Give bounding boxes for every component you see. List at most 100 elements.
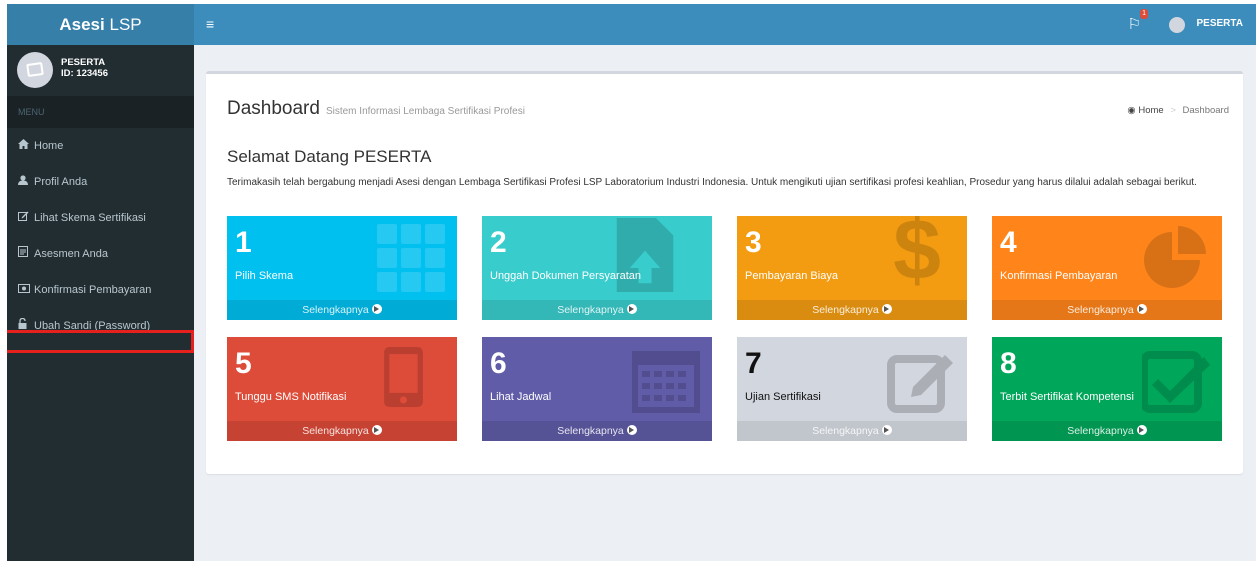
- pie-chart-icon: [1144, 226, 1206, 288]
- user-id: ID: 123456: [61, 68, 109, 79]
- step-tile-2: 2 Unggah Dokumen Persyaratan Selengkapny…: [482, 216, 712, 320]
- more-info-link[interactable]: Selengkapnya: [227, 300, 457, 320]
- user-icon: [18, 164, 34, 200]
- tile-number: 3: [745, 226, 762, 259]
- more-label: Selengkapnya: [812, 304, 879, 316]
- edit-icon: [887, 355, 953, 413]
- tile-number: 8: [1000, 347, 1017, 380]
- sidebar-item-label: Lihat Skema Sertifikasi: [34, 212, 146, 224]
- sidebar-item-asesmen[interactable]: Asesmen Anda: [7, 236, 194, 272]
- tile-label: Pembayaran Biaya: [745, 270, 838, 282]
- app-logo[interactable]: Asesi LSP: [7, 4, 194, 45]
- breadcrumb-separator: >: [1170, 105, 1176, 116]
- page-title-text: Dashboard: [227, 98, 320, 119]
- step-tile-8: 8 Terbit Sertifikat Kompetensi Selengkap…: [992, 337, 1222, 441]
- edit-icon: [18, 200, 34, 236]
- tile-label: Konfirmasi Pembayaran: [1000, 270, 1118, 282]
- home-icon: [18, 128, 34, 164]
- user-name: PESERTA: [61, 57, 106, 68]
- dashboard-icon: ◉: [1127, 105, 1136, 116]
- arrow-circle-right-icon: [1136, 425, 1147, 435]
- tile-number: 2: [490, 226, 507, 259]
- more-label: Selengkapnya: [557, 425, 624, 437]
- tile-label: Tunggu SMS Notifikasi: [235, 391, 347, 403]
- sidebar-item-profil[interactable]: Profil Anda: [7, 164, 194, 200]
- sidebar-item-label: Asesmen Anda: [34, 248, 108, 260]
- logo-bold: Asesi: [59, 15, 105, 34]
- tile-number: 5: [235, 347, 252, 380]
- tile-number: 6: [490, 347, 507, 380]
- dollar-icon: $: [893, 216, 941, 298]
- sidebar-item-konfirmasi[interactable]: Konfirmasi Pembayaran: [7, 272, 194, 308]
- step-tile-6: 6 Lihat Jadwal Selengkapnya: [482, 337, 712, 441]
- top-navbar: ≡ ⚐ 1 PESERTA: [194, 4, 1256, 45]
- user-panel: PESERTA ID: 123456: [7, 45, 194, 96]
- more-info-link[interactable]: Selengkapnya: [482, 421, 712, 441]
- intro-text: Terimakasih telah bergabung menjadi Ases…: [227, 177, 1197, 188]
- tile-label: Ujian Sertifikasi: [745, 391, 821, 403]
- highlight-annotation: [7, 330, 194, 353]
- tile-number: 4: [1000, 226, 1017, 259]
- more-label: Selengkapnya: [302, 425, 369, 437]
- arrow-circle-right-icon: [1136, 304, 1147, 314]
- user-menu[interactable]: PESERTA: [1197, 18, 1244, 29]
- welcome-heading: Selamat Datang PESERTA: [227, 147, 432, 166]
- tile-number: 1: [235, 226, 252, 259]
- document-icon: [18, 236, 34, 272]
- sidebar-item-skema[interactable]: Lihat Skema Sertifikasi: [7, 200, 194, 236]
- grid-icon: [377, 224, 445, 292]
- arrow-circle-right-icon: [881, 304, 892, 314]
- breadcrumb: ◉ Home > Dashboard: [1127, 105, 1229, 116]
- app-frame: Asesi LSP PESERTA ID: 123456 MENU Home P…: [7, 4, 1256, 561]
- more-label: Selengkapnya: [557, 304, 624, 316]
- sidebar-toggle-icon[interactable]: ≡: [206, 16, 214, 32]
- arrow-circle-right-icon: [371, 304, 382, 314]
- arrow-circle-right-icon: [371, 425, 382, 435]
- step-tile-4: 4 Konfirmasi Pembayaran Selengkapnya: [992, 216, 1222, 320]
- arrow-circle-right-icon: [626, 304, 637, 314]
- check-square-icon: [1142, 351, 1210, 413]
- image-icon: [26, 61, 44, 78]
- tile-label: Pilih Skema: [235, 270, 294, 282]
- more-label: Selengkapnya: [1067, 304, 1134, 316]
- tile-label: Terbit Sertifikat Kompetensi: [1000, 391, 1134, 403]
- more-info-link[interactable]: Selengkapnya: [227, 421, 457, 441]
- avatar: [17, 52, 53, 88]
- more-info-link[interactable]: Selengkapnya: [737, 421, 967, 441]
- more-label: Selengkapnya: [1067, 425, 1134, 437]
- user-info: PESERTA ID: 123456: [61, 57, 108, 79]
- calendar-icon: [632, 351, 700, 413]
- tile-label: Unggah Dokumen Persyaratan: [490, 270, 642, 282]
- step-tile-7: 7 Ujian Sertifikasi Selengkapnya: [737, 337, 967, 441]
- flag-icon[interactable]: ⚐: [1128, 15, 1141, 33]
- step-tile-5: 5 Tunggu SMS Notifikasi Selengkapnya: [227, 337, 457, 441]
- sidebar-item-label: Konfirmasi Pembayaran: [34, 284, 152, 296]
- money-icon: [18, 272, 34, 308]
- tile-number: 7: [745, 347, 762, 380]
- avatar[interactable]: [1169, 17, 1185, 33]
- more-info-link[interactable]: Selengkapnya: [992, 421, 1222, 441]
- step-tile-1: 1 Pilih Skema Selengkapnya: [227, 216, 457, 320]
- menu-header: MENU: [7, 96, 194, 128]
- step-tile-3: 3 Pembayaran Biaya $ Selengkapnya: [737, 216, 967, 320]
- logo-rest: LSP: [109, 15, 142, 34]
- sidebar-item-home[interactable]: Home: [7, 128, 194, 164]
- page-title: Dashboard Sistem Informasi Lembaga Sertif…: [227, 98, 525, 120]
- sidebar-item-label: Profil Anda: [34, 176, 88, 188]
- upload-document-icon: [616, 218, 674, 292]
- sidebar-item-label: Home: [34, 140, 64, 152]
- arrow-circle-right-icon: [881, 425, 892, 435]
- breadcrumb-current: Dashboard: [1182, 105, 1229, 116]
- mobile-phone-icon: [384, 347, 423, 407]
- more-info-link[interactable]: Selengkapnya: [737, 300, 967, 320]
- more-label: Selengkapnya: [812, 425, 879, 437]
- more-info-link[interactable]: Selengkapnya: [992, 300, 1222, 320]
- more-label: Selengkapnya: [302, 304, 369, 316]
- page-subtitle: Sistem Informasi Lembaga Sertifikasi Pro…: [325, 106, 525, 117]
- breadcrumb-home[interactable]: Home: [1138, 105, 1163, 116]
- tile-label: Lihat Jadwal: [490, 391, 552, 403]
- notification-badge: 1: [1140, 9, 1148, 19]
- more-info-link[interactable]: Selengkapnya: [482, 300, 712, 320]
- arrow-circle-right-icon: [626, 425, 637, 435]
- main-content-box: Dashboard Sistem Informasi Lembaga Sertif…: [206, 71, 1243, 474]
